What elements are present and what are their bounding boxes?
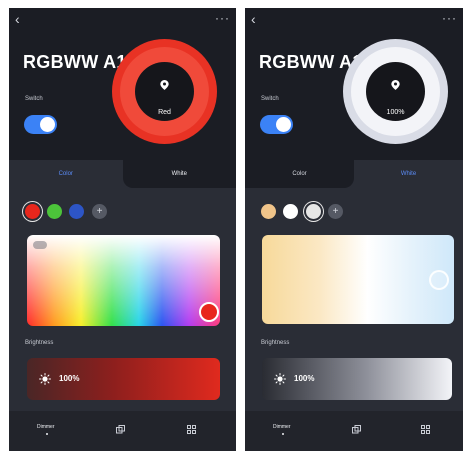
nav-dimmer-label: Dimmer [37, 424, 55, 430]
sun-icon [39, 373, 51, 385]
top-bar: ‹ ··· [245, 8, 463, 32]
location-pin-icon [391, 80, 400, 90]
tab-color[interactable]: Color [245, 160, 354, 188]
power-toggle[interactable] [24, 115, 57, 134]
add-swatch-button[interactable]: + [328, 204, 343, 219]
brightness-label: Brightness [25, 340, 54, 346]
nav-dimmer-label: Dimmer [273, 424, 291, 430]
tab-color[interactable]: Color [9, 160, 123, 188]
brightness-slider[interactable]: 100% [27, 358, 220, 400]
swatch-cool[interactable] [306, 204, 321, 219]
color-picker-gradient[interactable] [27, 235, 220, 326]
power-toggle[interactable] [260, 115, 293, 134]
top-bar: ‹ ··· [9, 8, 236, 32]
more-options-icon[interactable]: ··· [442, 11, 457, 25]
nav-dimmer[interactable]: Dimmer [273, 424, 291, 435]
mode-tabs: Color White [9, 160, 236, 188]
tab-white[interactable]: White [122, 160, 236, 188]
more-options-icon[interactable]: ··· [215, 11, 230, 25]
swatch-warm[interactable] [261, 204, 276, 219]
location-pin-icon [160, 80, 169, 90]
grid-icon[interactable] [421, 425, 430, 434]
tab-white[interactable]: White [354, 160, 463, 188]
bottom-nav: Dimmer [9, 411, 236, 451]
toggle-knob [40, 117, 55, 132]
scenes-icon[interactable] [116, 425, 125, 434]
sun-icon [274, 373, 286, 385]
swatch-neutral[interactable] [283, 204, 298, 219]
switch-label: Switch [261, 96, 279, 102]
nav-active-dot [46, 433, 48, 435]
brightness-slider[interactable]: 100% [262, 358, 452, 400]
picker-badge [33, 241, 47, 249]
back-arrow-icon[interactable]: ‹ [15, 12, 20, 26]
mode-tabs: Color White [245, 160, 463, 188]
swatch-red[interactable] [25, 204, 40, 219]
phone-screen-color: ‹ ··· RGBWW A19 Switch Red Color White +… [9, 8, 236, 451]
bottom-nav: Dimmer [245, 411, 463, 451]
dial-value: Red [158, 109, 171, 116]
switch-label: Switch [25, 96, 43, 102]
scenes-icon[interactable] [352, 425, 361, 434]
phone-screen-white: ‹ ··· RGBWW A19 Switch 100% Color White … [245, 8, 463, 451]
color-picker-handle[interactable] [199, 302, 219, 322]
brightness-value: 100% [59, 374, 80, 383]
brightness-value: 100% [294, 374, 315, 383]
temperature-picker-gradient[interactable] [262, 235, 454, 324]
swatch-green[interactable] [47, 204, 62, 219]
swatch-blue[interactable] [69, 204, 84, 219]
control-panel: Color White + Brightness 100% [245, 160, 463, 451]
toggle-knob [276, 117, 291, 132]
nav-dimmer[interactable]: Dimmer [37, 424, 55, 435]
brightness-label: Brightness [261, 340, 290, 346]
control-panel: Color White + Brightness 100% [9, 160, 236, 451]
dial-value: 100% [386, 109, 405, 116]
grid-icon[interactable] [187, 425, 196, 434]
add-swatch-button[interactable]: + [92, 204, 107, 219]
temperature-picker-handle[interactable] [429, 270, 449, 290]
nav-active-dot [282, 433, 284, 435]
back-arrow-icon[interactable]: ‹ [251, 12, 256, 26]
